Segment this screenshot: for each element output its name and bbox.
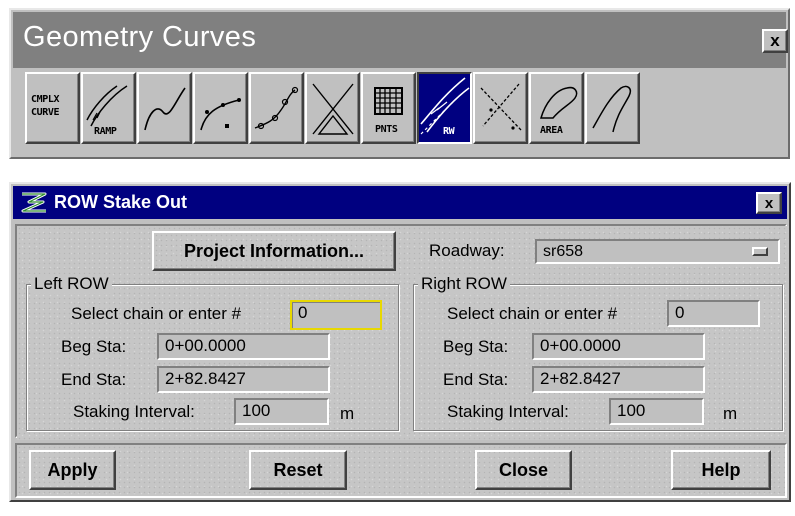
right-chain-input[interactable]: [675, 302, 758, 324]
reset-button[interactable]: Reset: [249, 450, 347, 490]
dialog-body-panel: Project Information... Roadway: sr658 Le…: [15, 224, 789, 440]
right-interval-unit: m: [723, 404, 738, 423]
close-icon: x: [764, 194, 774, 212]
left-interval-input[interactable]: [242, 400, 327, 422]
dialog-titlebar[interactable]: ROW Stake Out x: [13, 186, 787, 219]
tool-tangent-button[interactable]: [193, 72, 248, 144]
tool-complex-curve-label-2: CURVE: [31, 107, 60, 118]
dropdown-icon: [752, 247, 768, 256]
dialog-close-button[interactable]: x: [756, 192, 782, 214]
left-end-sta-value: 2+82.8427: [165, 369, 246, 388]
close-button[interactable]: Close: [475, 450, 572, 490]
left-row-group-title: Left ROW: [31, 274, 112, 294]
palette-close-button[interactable]: x: [762, 29, 788, 53]
left-interval-unit: m: [340, 404, 355, 423]
roadway-value: sr658: [543, 243, 584, 260]
tool-complex-curve-button[interactable]: CMPLX CURVE: [25, 72, 80, 144]
spiral-point-icon: [254, 86, 299, 130]
help-button[interactable]: Help: [671, 450, 771, 490]
dialog-button-bar: Apply Reset Close Help: [15, 443, 787, 498]
left-select-chain-label: Select chain or enter #: [71, 304, 242, 323]
right-end-sta-value: 2+82.8427: [540, 369, 621, 388]
left-chain-input[interactable]: [290, 300, 382, 330]
right-beg-sta-label: Beg Sta:: [443, 337, 509, 356]
intersection-icon: [312, 83, 354, 135]
right-select-chain-label: Select chain or enter #: [447, 304, 618, 323]
close-icon: x: [770, 31, 780, 50]
left-beg-sta-field: 0+00.0000: [157, 333, 330, 360]
tool-row: CMPLX CURVE RAMP PNTS RW AREA: [25, 72, 641, 146]
tool-area-label: AREA: [540, 125, 563, 136]
tool-spiral-button[interactable]: [249, 72, 304, 144]
right-chain-field[interactable]: [667, 300, 760, 327]
curve-icon: [144, 87, 186, 131]
left-interval-label: Staking Interval:: [73, 402, 195, 421]
tool-right-of-way-label: RW: [443, 126, 455, 137]
right-end-sta-field: 2+82.8427: [532, 366, 705, 393]
path-curve-icon: [592, 85, 632, 133]
left-interval-field[interactable]: [234, 398, 329, 425]
row-stake-out-dialog: ROW Stake Out x Project Information... R…: [9, 182, 791, 502]
tool-complex-curve-label-1: CMPLX: [31, 94, 60, 105]
right-end-sta-label: End Sta:: [443, 370, 509, 389]
left-end-sta-label: End Sta:: [61, 370, 127, 389]
dialog-title: ROW Stake Out: [54, 192, 188, 212]
palette-titlebar[interactable]: Geometry Curves x: [13, 12, 788, 68]
tool-curve-button[interactable]: [137, 72, 192, 144]
tool-points-label: PNTS: [375, 124, 398, 135]
project-information-button[interactable]: Project Information...: [152, 231, 396, 271]
left-beg-sta-label: Beg Sta:: [61, 337, 127, 356]
tool-crossing-button[interactable]: [473, 72, 528, 144]
right-interval-label: Staking Interval:: [447, 402, 569, 421]
tool-intersection-button[interactable]: [305, 72, 360, 144]
left-chain-input-value[interactable]: [298, 302, 380, 324]
tool-points-button[interactable]: PNTS: [361, 72, 416, 144]
app-logo-icon: [21, 192, 47, 213]
geometry-curves-palette: Geometry Curves x CMPLX CURVE RAMP PNTS …: [9, 8, 790, 159]
left-beg-sta-value: 0+00.0000: [165, 336, 246, 355]
apply-button[interactable]: Apply: [29, 450, 116, 490]
right-interval-field[interactable]: [609, 398, 704, 425]
tool-path-button[interactable]: [585, 72, 640, 144]
right-row-group-title: Right ROW: [418, 274, 510, 294]
right-beg-sta-field: 0+00.0000: [532, 333, 705, 360]
tool-ramp-button[interactable]: RAMP: [81, 72, 136, 144]
tool-ramp-label: RAMP: [94, 126, 117, 137]
right-interval-input[interactable]: [617, 400, 702, 422]
right-beg-sta-value: 0+00.0000: [540, 336, 621, 355]
left-end-sta-field: 2+82.8427: [157, 366, 330, 393]
tangent-curve-icon: [200, 98, 241, 131]
roadway-label: Roadway:: [429, 241, 505, 260]
crossing-lines-icon: [480, 83, 522, 131]
tool-right-of-way-button[interactable]: RW: [417, 72, 472, 144]
tool-area-button[interactable]: AREA: [529, 72, 584, 144]
palette-title: Geometry Curves: [23, 21, 257, 53]
roadway-select[interactable]: sr658: [535, 239, 780, 264]
